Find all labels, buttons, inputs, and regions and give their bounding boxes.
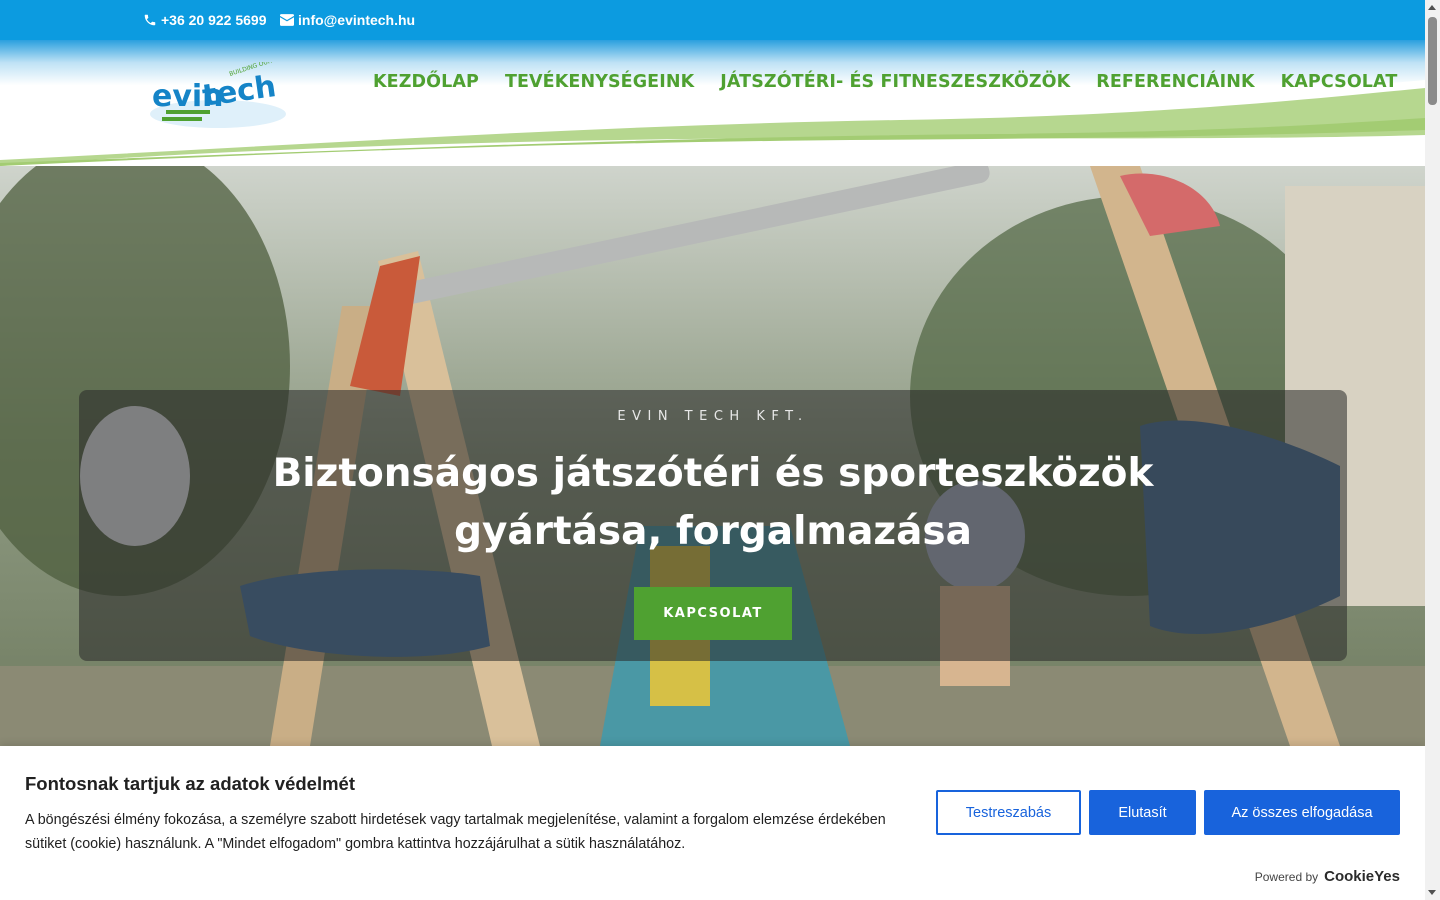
envelope-icon — [280, 14, 294, 26]
hero-overlay-card: EVIN TECH KFT. Biztonságos játszótéri és… — [79, 390, 1347, 661]
nav-item-contact[interactable]: KAPCSOLAT — [1281, 72, 1398, 92]
cookie-accept-all-button[interactable]: Az összes elfogadása — [1204, 790, 1400, 835]
logo-image: evin tech BUILDING OUR FUTURE — [150, 50, 297, 128]
main-navigation: KEZDŐLAP TEVÉKENYSÉGEINK JÁTSZÓTÉRI- ÉS … — [373, 72, 1423, 92]
hero-kicker: EVIN TECH KFT. — [617, 409, 809, 424]
hero-title-line-1: Biztonságos játszótéri és sporteszközök — [272, 451, 1154, 496]
top-contact-bar: +36 20 922 5699 info@evintech.hu — [0, 0, 1425, 40]
hero-title: Biztonságos játszótéri és sporteszközök … — [79, 445, 1347, 561]
phone-icon — [144, 14, 156, 26]
phone-number: +36 20 922 5699 — [161, 12, 267, 28]
cookie-description: A böngészési élmény fokozása, a személyr… — [25, 812, 886, 852]
evintech-logo[interactable]: evin tech BUILDING OUR FUTURE — [148, 50, 297, 140]
nav-item-references[interactable]: REFERENCIÁINK — [1096, 72, 1254, 92]
site-header: evin tech BUILDING OUR FUTURE KEZDŐLAP T… — [0, 40, 1425, 166]
page-scrollbar[interactable] — [1425, 0, 1440, 900]
cookie-consent-banner: Fontosnak tartjuk az adatok védelmét A b… — [0, 746, 1425, 900]
cookie-powered-by[interactable]: Powered by CookieYes — [1255, 868, 1400, 885]
nav-item-activities[interactable]: TEVÉKENYSÉGEINK — [505, 72, 694, 92]
nav-item-playground-equipment[interactable]: JÁTSZÓTÉRI- ÉS FITNESZESZKÖZÖK — [720, 72, 1070, 92]
cookie-reject-button[interactable]: Elutasít — [1089, 790, 1196, 835]
hero-section: EVIN TECH KFT. Biztonságos játszótéri és… — [0, 166, 1425, 746]
cookieyes-brand-logo: CookieYes — [1324, 868, 1400, 885]
hero-contact-button[interactable]: KAPCSOLAT — [634, 587, 792, 640]
email-link[interactable]: info@evintech.hu — [280, 12, 415, 28]
phone-link[interactable]: +36 20 922 5699 — [143, 12, 267, 28]
scroll-up-arrow-icon[interactable] — [1428, 5, 1436, 10]
scroll-down-arrow-icon[interactable] — [1428, 890, 1436, 895]
hero-title-line-2: gyártása, forgalmazása — [454, 509, 972, 554]
cookie-title: Fontosnak tartjuk az adatok védelmét — [25, 773, 356, 794]
nav-item-home[interactable]: KEZDŐLAP — [373, 72, 479, 92]
scrollbar-thumb[interactable] — [1428, 17, 1437, 105]
cookie-customize-button[interactable]: Testreszabás — [936, 790, 1081, 835]
powered-by-label: Powered by — [1254, 870, 1319, 884]
email-address: info@evintech.hu — [298, 12, 416, 28]
